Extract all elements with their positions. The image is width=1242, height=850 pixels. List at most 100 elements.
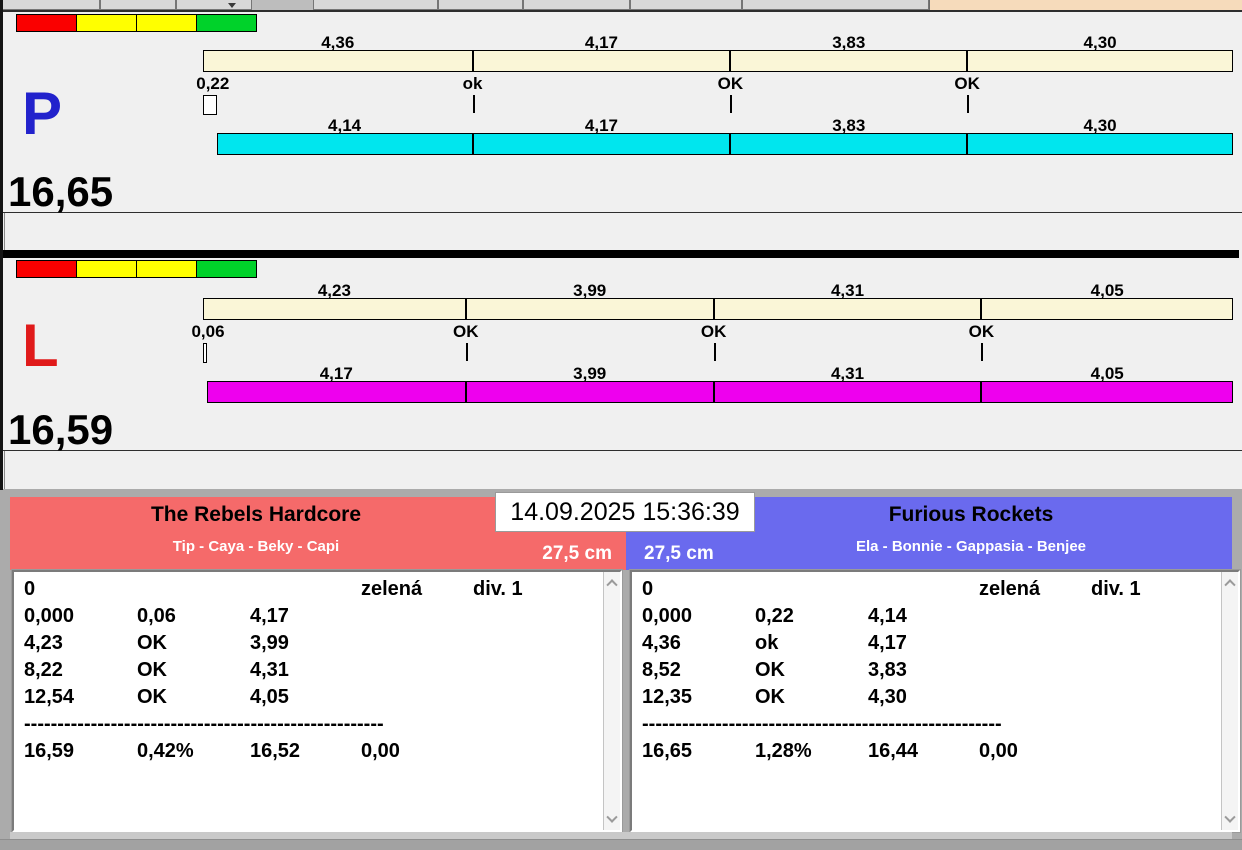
log-cell: zelená	[979, 578, 1041, 600]
team-dogs: Ela - Bonnie - Gappasia - Benjee	[855, 538, 1087, 555]
log-cell: ----------------------------------------…	[642, 713, 1002, 735]
split-bar-segment	[730, 50, 968, 72]
status-light	[16, 14, 77, 32]
net-time-label: 4,31	[830, 364, 865, 383]
split-time-label: 4,05	[1090, 281, 1124, 300]
split-time-label: 3,83	[832, 33, 866, 52]
net-time-label: 4,30	[1083, 116, 1117, 135]
scroll-down-button[interactable]	[604, 811, 620, 828]
log-cell: OK	[137, 632, 167, 654]
start-offset-box	[203, 95, 217, 115]
net-bar-segment	[465, 381, 714, 403]
toolbar-button[interactable]	[523, 0, 630, 10]
log-cell: 4,31	[250, 659, 289, 681]
log-cell: 3,83	[868, 659, 907, 681]
split-bar-segment	[981, 298, 1233, 320]
segment-tick	[465, 343, 468, 361]
scrollbar[interactable]	[603, 572, 620, 830]
chevron-down-icon	[1224, 811, 1236, 823]
log-cell: OK	[755, 686, 785, 708]
log-cell: 16,52	[250, 740, 301, 762]
status-light	[196, 14, 257, 32]
split-time-label: 4,23	[317, 281, 351, 300]
segment-tick	[713, 343, 716, 361]
status-light	[76, 14, 137, 32]
status-light	[136, 260, 197, 278]
log-cell: div. 1	[473, 578, 523, 600]
net-bar-segment	[730, 133, 968, 155]
scroll-down-button[interactable]	[1222, 811, 1238, 828]
log-cell: 12,35	[642, 686, 693, 708]
log-cell: 4,30	[868, 686, 907, 708]
net-time-label: 4,17	[319, 364, 353, 383]
toolbar-button[interactable]	[313, 0, 438, 10]
net-time-label: 4,14	[328, 116, 362, 135]
datetime-box: 14.09.2025 15:36:39	[495, 492, 755, 532]
scrollbar[interactable]	[1221, 572, 1238, 830]
toolbar-button[interactable]	[438, 0, 523, 10]
team-log-right[interactable]: 0 zelená div. 1 0,000 0,22 4,14 4,36 ok 4,17 8,52…	[629, 569, 1241, 833]
log-row: ----------------------------------------…	[632, 713, 1221, 740]
log-row: 12,54 OK 4,05	[14, 686, 603, 713]
log-cell: 16,65	[642, 740, 693, 762]
log-row: 0 zelená div. 1	[14, 578, 603, 605]
status-light	[16, 260, 77, 278]
segment-tick	[981, 343, 984, 361]
scroll-up-button[interactable]	[604, 574, 620, 591]
start-offset-label: 0,06	[191, 322, 225, 341]
net-bar-segment	[967, 133, 1233, 155]
log-text: 0 zelená div. 1 0,000 0,06 4,17 4,23 OK 3,99 8,22…	[14, 572, 603, 830]
log-cell: 8,22	[24, 659, 63, 681]
lane-total: 16,59	[8, 406, 114, 454]
timing-bars: 4,23 3,99 4,31 4,05 0,06 OK OK OK 4,17 3,99 4,31 4,…	[0, 282, 1242, 404]
pass-status-label: OK	[700, 322, 727, 341]
log-cell: 12,54	[24, 686, 75, 708]
lane-panel-right: P 4,36 4,17 3,83 4,30 0,22 ok OK OK 4,14 4,17 3,83…	[0, 10, 1242, 213]
team-log-left[interactable]: 0 zelená div. 1 0,000 0,06 4,17 4,23 OK 3,99 8,22…	[11, 569, 623, 833]
toolbar-button[interactable]	[2, 0, 100, 10]
chevron-up-icon	[606, 579, 618, 591]
scroll-up-button[interactable]	[1222, 574, 1238, 591]
log-cell: OK	[755, 659, 785, 681]
log-cell: 0	[642, 578, 654, 600]
log-cell: 4,05	[250, 686, 289, 708]
start-offset-label: 0,22	[196, 74, 230, 93]
log-cell: 3,99	[250, 632, 289, 654]
log-row: 8,52 OK 3,83	[632, 659, 1221, 686]
log-cell: 4,17	[250, 605, 289, 627]
dropdown-arrow-icon[interactable]	[228, 3, 236, 8]
log-text: 0 zelená div. 1 0,000 0,22 4,14 4,36 ok 4,17 8,52…	[632, 572, 1221, 830]
log-cell: OK	[137, 686, 167, 708]
log-row: 12,35 OK 4,30	[632, 686, 1221, 713]
log-cell: 4,17	[868, 632, 907, 654]
split-bar-segment	[465, 298, 714, 320]
net-time-label: 3,83	[832, 116, 866, 135]
net-time-label: 4,05	[1090, 364, 1124, 383]
log-cell: 1,28%	[755, 740, 812, 762]
segment-tick	[472, 95, 475, 113]
pass-status-label: ok	[462, 74, 483, 93]
split-bar-segment	[203, 298, 466, 320]
pass-status-label: OK	[954, 74, 980, 93]
split-bar-segment	[203, 50, 473, 72]
footer-band	[0, 839, 1242, 850]
net-time-label: 3,99	[573, 364, 607, 383]
toolbar-strip	[0, 0, 1242, 10]
pass-status-label: OK	[453, 322, 479, 341]
lane-panel-left: L 4,23 3,99 4,31 4,05 0,06 OK OK OK 4,17 3,99 4,31…	[0, 258, 1242, 451]
lane-bottom-strip	[4, 451, 1238, 489]
toolbar-button[interactable]	[100, 0, 176, 10]
net-bar-segment	[206, 381, 466, 403]
log-cell: 4,14	[868, 605, 907, 627]
net-bar-segment	[981, 381, 1233, 403]
toolbar-button[interactable]	[630, 0, 742, 10]
log-cell: 4,23	[24, 632, 63, 654]
log-cell: ok	[755, 632, 779, 654]
log-row: 0 zelená div. 1	[632, 578, 1221, 605]
toolbar-button[interactable]	[176, 0, 252, 10]
split-bar-segment	[713, 298, 982, 320]
toolbar-button[interactable]	[742, 0, 929, 10]
log-cell: 0,06	[137, 605, 176, 627]
team-height-badge: 27,5 cm	[542, 543, 612, 564]
log-row: 0,000 0,06 4,17	[14, 605, 603, 632]
